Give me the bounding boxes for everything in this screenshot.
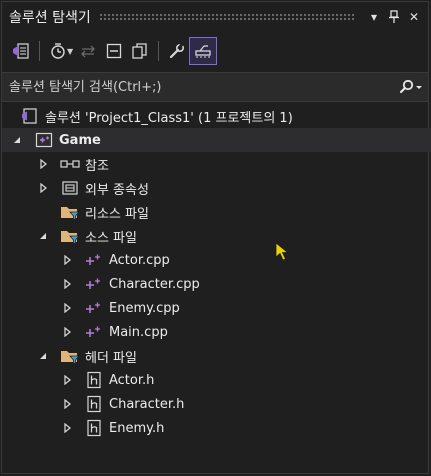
filter-folder-icon [60,202,80,222]
switch-views-icon [13,43,29,59]
copy-files-icon [132,43,147,59]
tree-item-enemy-cpp[interactable]: Enemy.cpp [2,296,431,320]
sync-with-active-document-button[interactable] [75,38,101,64]
resource-files-label: 리소스 파일 [85,206,149,222]
tree-item-resource-files[interactable]: 리소스 파일 [2,200,431,224]
filter-dropdown-caret[interactable]: ▼ [67,47,73,56]
cpp-project-icon [34,130,54,150]
header-file-icon [84,418,104,438]
solution-label: 솔루션 'Project1_Class1' (1 프로젝트의 1) [45,110,293,126]
references-icon [60,154,80,174]
collapse-all-button[interactable] [101,38,127,64]
collapsed-arrow-icon[interactable] [60,423,74,433]
filter-folder-icon [60,226,80,246]
close-button[interactable]: ✕ [404,7,424,27]
tree-item-character-h[interactable]: Character.h [2,392,431,416]
file-label: Character.h [109,396,185,412]
toolbar: ▼ [2,33,428,69]
solution-explorer-panel: 솔루션 탐색기 ▾ ✕ ▼ 솔루션 탐색기 검색(Ctrl+;) 솔루션 'Pr… [1,1,431,474]
cpp-file-icon [84,250,104,270]
expanded-arrow-icon[interactable] [10,135,24,145]
tree-item-external-dependencies[interactable]: 외부 종속성 [2,176,431,200]
search-input[interactable] [2,78,394,96]
search-icon [399,79,422,94]
cpp-file-icon [84,322,104,342]
cpp-file-icon [84,274,104,294]
file-label: Main.cpp [109,324,168,340]
expanded-arrow-icon[interactable] [36,231,50,241]
external-dependencies-icon [60,178,80,198]
wrench-icon [170,42,185,59]
file-label: Enemy.cpp [109,300,180,316]
file-label: Enemy.h [109,420,165,436]
toolbar-separator [158,41,160,61]
collapsed-arrow-icon[interactable] [60,279,74,289]
collapsed-arrow-icon[interactable] [60,375,74,385]
tree-item-enemy-h[interactable]: Enemy.h [2,416,431,440]
file-label: Actor.h [109,372,155,388]
tree-item-source-files[interactable]: 소스 파일 [2,224,431,248]
tree-item-actor-cpp[interactable]: Actor.cpp [2,248,431,272]
external-dependencies-label: 외부 종속성 [85,182,149,198]
panel-title: 솔루션 탐색기 [9,10,91,26]
search-button[interactable] [394,79,428,95]
preview-selected-items-button[interactable] [189,37,218,65]
source-files-label: 소스 파일 [85,230,137,246]
expanded-arrow-icon[interactable] [36,351,50,361]
search-bar [2,72,428,102]
collapsed-arrow-icon[interactable] [36,159,50,169]
collapsed-arrow-icon[interactable] [36,183,50,193]
tree-item-references[interactable]: 참조 [2,152,431,176]
tree-item-main-cpp[interactable]: Main.cpp [2,320,431,344]
tree-item-header-files[interactable]: 헤더 파일 [2,344,431,368]
collapse-all-icon [107,43,122,59]
collapsed-arrow-icon[interactable] [60,303,74,313]
header-file-icon [84,370,104,390]
solution-icon [20,106,40,126]
switch-views-button[interactable] [8,38,34,64]
drag-grip[interactable] [98,12,356,22]
title-bar: 솔루션 탐색기 ▾ ✕ [2,2,428,32]
collapsed-arrow-icon[interactable] [60,255,74,265]
preview-icon [195,45,211,58]
show-all-files-button[interactable] [127,38,153,64]
toolbar-separator [39,41,40,61]
window-position-dropdown-button[interactable]: ▾ [364,7,384,27]
mouse-cursor-icon [275,242,289,261]
project-label: Game [59,132,101,148]
tree-item-character-cpp[interactable]: Character.cpp [2,272,431,296]
clock-icon [51,43,65,59]
pin-button[interactable] [384,7,404,27]
collapsed-arrow-icon[interactable] [60,327,74,337]
collapsed-arrow-icon[interactable] [60,399,74,409]
references-label: 참조 [85,158,109,174]
pin-icon [389,10,399,23]
header-file-icon [84,394,104,414]
tree-item-solution[interactable]: 솔루션 'Project1_Class1' (1 프로젝트의 1) [2,104,431,128]
header-files-label: 헤더 파일 [85,350,137,366]
file-label: Actor.cpp [109,252,170,268]
filter-folder-icon [60,346,80,366]
file-label: Character.cpp [109,276,200,292]
tree-item-actor-h[interactable]: Actor.h [2,368,431,392]
sync-arrows-icon [81,45,96,58]
cpp-file-icon [84,298,104,318]
properties-button[interactable] [164,38,190,64]
tree-item-project[interactable]: Game [2,128,431,152]
